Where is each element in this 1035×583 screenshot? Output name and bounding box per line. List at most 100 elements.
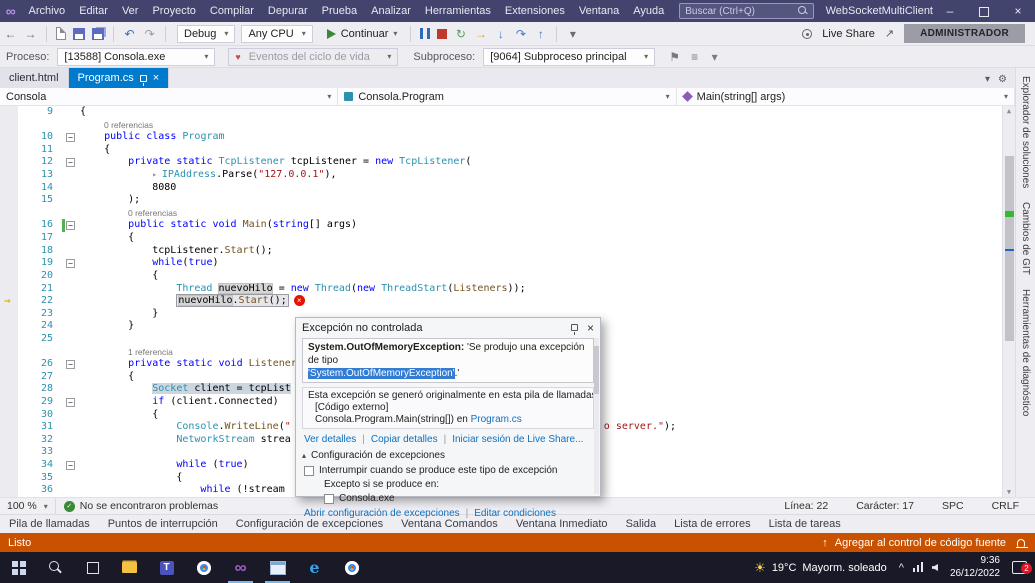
popup-scrollbar[interactable] <box>594 338 599 494</box>
nav-forward-icon[interactable]: → <box>24 25 37 43</box>
error-icon[interactable]: × <box>294 295 305 306</box>
tray-expand-icon[interactable]: ^ <box>899 562 904 574</box>
code-line[interactable]: 13 ▸ IPAddress.Parse("127.0.0.1"), <box>0 169 1002 182</box>
panel-tab-output[interactable]: Salida <box>617 515 666 534</box>
code-line[interactable]: 15 ); <box>0 194 1002 207</box>
stop-icon[interactable] <box>437 29 447 39</box>
except-process-option[interactable]: Consola.exe <box>296 491 600 506</box>
new-file-icon[interactable] <box>56 27 66 40</box>
exception-settings-section[interactable]: ▴ Configuración de excepciones <box>296 448 600 463</box>
platform-dropdown[interactable]: Any CPU ▾ <box>241 25 312 43</box>
code-line[interactable]: 14 8080 <box>0 182 1002 195</box>
edge-icon[interactable] <box>296 552 333 583</box>
panel-tab-error-list[interactable]: Lista de errores <box>665 515 759 534</box>
code-line[interactable]: 18 tcpListener.Start(); <box>0 245 1002 258</box>
zoom-dropdown[interactable]: 100 % ▾ <box>0 498 56 514</box>
break-all-icon[interactable] <box>420 28 430 39</box>
notification-bell-icon[interactable] <box>1017 539 1025 547</box>
breadcrumb-segment-3[interactable]: Main(string[] args)▾ <box>677 88 1015 105</box>
visual-studio-icon[interactable] <box>222 552 259 583</box>
configuration-dropdown[interactable]: Debug ▾ <box>177 25 235 43</box>
menu-depurar[interactable]: Depurar <box>261 0 315 22</box>
save-all-icon[interactable] <box>92 28 104 40</box>
menu-compilar[interactable]: Compilar <box>203 0 261 22</box>
tool-tab-git-changes[interactable]: Cambios de GIT <box>1020 202 1031 275</box>
pin-icon[interactable] <box>140 75 147 82</box>
popup-link-0[interactable]: Abrir configuración de excepciones <box>304 508 460 519</box>
problems-indicator[interactable]: ✓ No se encontraron problemas <box>56 500 226 512</box>
popup-link-2[interactable]: Iniciar sesión de Live Share... <box>452 434 583 445</box>
codelens-references[interactable]: 0 referencias <box>104 120 153 130</box>
panel-tab-task-list[interactable]: Lista de tareas <box>760 515 850 534</box>
thread-dropdown[interactable]: [9064] Subproceso principal ▾ <box>483 48 655 66</box>
show-next-statement-icon[interactable]: → <box>474 25 487 43</box>
menu-analizar[interactable]: Analizar <box>364 0 418 22</box>
action-center-button[interactable]: 2 <box>1012 561 1027 574</box>
stack-frames-icon[interactable]: ≡ <box>688 48 701 66</box>
collapse-icon[interactable]: − <box>66 461 75 470</box>
code-line[interactable]: 20 { <box>0 270 1002 283</box>
code-line[interactable]: 21 Thread nuevoHilo = new Thread(new Thr… <box>0 283 1002 296</box>
menu-extensiones[interactable]: Extensiones <box>498 0 572 22</box>
collapse-icon[interactable]: − <box>66 221 75 230</box>
menu-prueba[interactable]: Prueba <box>315 0 364 22</box>
popup-link-0[interactable]: Ver detalles <box>304 434 356 445</box>
checkbox-icon[interactable] <box>324 494 334 504</box>
continue-button[interactable]: Continuar ▾ <box>322 25 403 43</box>
step-out-icon[interactable]: ↑ <box>534 25 547 43</box>
tool-tab-diagnostics[interactable]: Herramientas de diagnóstico <box>1020 289 1031 416</box>
file-explorer-icon[interactable] <box>111 552 148 583</box>
menu-herramientas[interactable]: Herramientas <box>418 0 498 22</box>
flag-icon[interactable]: ⚑ <box>668 48 681 66</box>
tab-client.html[interactable]: client.html <box>0 68 69 88</box>
breadcrumb-segment-1[interactable]: Consola▾ <box>0 88 338 105</box>
panel-tab-breakpoints[interactable]: Puntos de interrupción <box>99 515 227 534</box>
pin-icon[interactable] <box>571 324 578 331</box>
collapse-icon[interactable]: − <box>66 133 75 142</box>
code-line[interactable]: 10− public class Program <box>0 131 1002 144</box>
collapse-icon[interactable]: − <box>66 360 75 369</box>
break-on-exception-option[interactable]: Interrumpir cuando se produce este tipo … <box>296 463 600 478</box>
codelens-row[interactable]: 0 referencias <box>0 207 1002 220</box>
code-line[interactable]: 12− private static TcpListener tcpListen… <box>0 156 1002 169</box>
save-icon[interactable] <box>73 28 85 40</box>
chrome-icon[interactable] <box>185 552 222 583</box>
undo-icon[interactable]: ↶ <box>123 25 136 43</box>
code-line[interactable]: 19− while(true) <box>0 257 1002 270</box>
codelens-references[interactable]: 1 referencia <box>128 347 173 357</box>
window-options-icon[interactable]: ⚙ <box>998 74 1007 85</box>
options-icon[interactable]: ▾ <box>566 25 579 43</box>
active-files-icon[interactable]: ▾ <box>985 74 990 85</box>
code-line[interactable]: 11 { <box>0 144 1002 157</box>
weather-widget[interactable]: ☀ 19°C Mayorm. soleado <box>754 560 887 576</box>
step-into-icon[interactable]: ↓ <box>494 25 507 43</box>
code-line[interactable]: 16− public static void Main(string[] arg… <box>0 219 1002 232</box>
live-share-label[interactable]: Live Share <box>822 28 875 40</box>
collapse-icon[interactable]: − <box>66 398 75 407</box>
nav-back-icon[interactable]: ← <box>4 25 17 43</box>
tool-tab-solution-explorer[interactable]: Explorador de soluciones <box>1020 76 1031 188</box>
browser-icon[interactable] <box>333 552 370 583</box>
teams-icon[interactable] <box>148 552 185 583</box>
editor-scrollbar[interactable]: ▲ ▼ <box>1002 106 1015 497</box>
network-icon[interactable] <box>913 563 923 572</box>
start-button[interactable] <box>0 552 37 583</box>
lifecycle-events-dropdown[interactable]: ♥ Eventos del ciclo de vida ▾ <box>228 48 398 66</box>
scroll-up-icon[interactable]: ▲ <box>1003 107 1015 115</box>
live-share-icon[interactable] <box>802 29 812 39</box>
collapse-icon[interactable]: − <box>66 158 75 167</box>
popup-link-1[interactable]: Editar condiciones <box>474 508 556 519</box>
menu-proyecto[interactable]: Proyecto <box>145 0 202 22</box>
restart-icon[interactable]: ↻ <box>454 25 467 43</box>
menu-archivo[interactable]: Archivo <box>22 0 73 22</box>
codelens-row[interactable]: 0 referencias <box>0 119 1002 132</box>
step-over-icon[interactable]: ↷ <box>514 25 527 43</box>
source-control-label[interactable]: Agregar al control de código fuente <box>835 537 1006 549</box>
search-input[interactable]: Buscar (Ctrl+Q) <box>679 3 813 19</box>
redo-icon[interactable]: ↷ <box>143 25 156 43</box>
share-icon[interactable]: ↗ <box>885 27 894 40</box>
volume-icon[interactable] <box>932 564 938 571</box>
menu-editar[interactable]: Editar <box>72 0 115 22</box>
popup-link-1[interactable]: Copiar detalles <box>371 434 438 445</box>
checkbox-icon[interactable] <box>304 466 314 476</box>
